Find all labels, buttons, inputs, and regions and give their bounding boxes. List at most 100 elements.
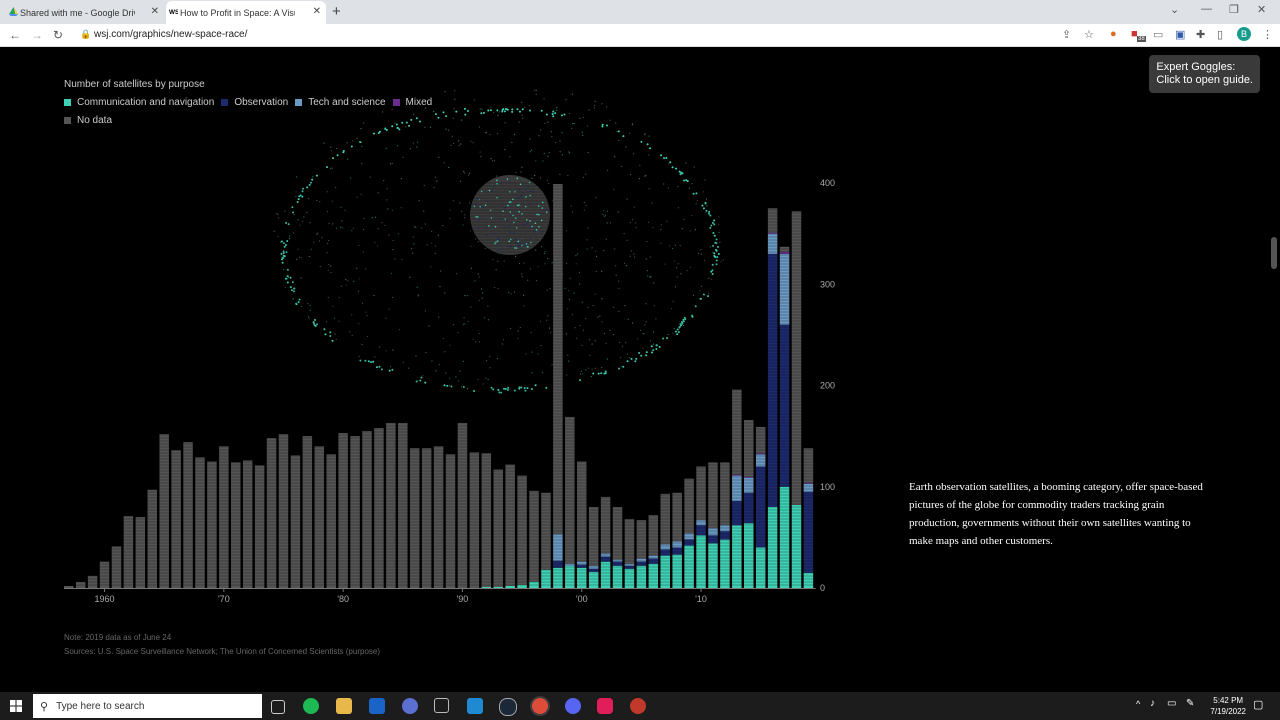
bar-segment (672, 541, 682, 548)
bar-segment (732, 475, 742, 501)
bar-segment (803, 572, 814, 588)
puzzle-icon[interactable]: ✚ (1196, 28, 1205, 41)
chrome-icon[interactable] (532, 698, 548, 714)
bar-segment (338, 433, 348, 588)
legend-item-observation: Observation (221, 97, 288, 108)
close-tab-icon[interactable]: ✕ (313, 6, 321, 17)
bar-segment (791, 211, 802, 505)
spotify-icon[interactable] (303, 698, 319, 714)
reload-icon[interactable]: ↻ (53, 28, 63, 42)
taskbar-clock[interactable]: 5:42 PM 7/19/2022 (1210, 695, 1246, 717)
windows-taskbar: ⚲ Type here to search ^ ♪ ▭ ✎ 5:42 PM 7/… (0, 692, 1280, 720)
x-tick-label: '80 (337, 594, 349, 604)
legend-label: Tech and science (308, 97, 386, 108)
clock-date: 7/19/2022 (1210, 707, 1246, 716)
bar-segment (696, 466, 706, 521)
bar-segment (183, 442, 193, 588)
slack-icon[interactable] (597, 698, 613, 714)
legend-swatch (64, 99, 71, 106)
bar-segment (505, 585, 515, 588)
bar-segment (696, 520, 706, 526)
file-explorer-icon[interactable] (336, 698, 352, 714)
forward-icon[interactable]: → (31, 28, 43, 42)
bar-segment (672, 547, 682, 555)
extension-icon[interactable]: ▭ (1153, 28, 1163, 41)
bar-segment (732, 474, 742, 476)
legend-item-no-data: No data (64, 115, 112, 126)
notification-icon[interactable]: ▢ (1253, 698, 1263, 711)
maximize-icon[interactable]: ❐ (1229, 3, 1239, 16)
discord-icon[interactable] (565, 698, 581, 714)
outlook-icon[interactable] (369, 698, 385, 714)
chevron-up-icon[interactable]: ^ (1136, 699, 1140, 709)
tab-wsj-space[interactable]: WSJ How to Profit in Space: A Visual... … (166, 1, 326, 24)
chart-legend: Number of satellites by purpose Communic… (64, 79, 439, 133)
back-icon[interactable]: ← (9, 28, 21, 42)
bar-segment (779, 253, 790, 325)
profile-avatar[interactable]: B (1237, 27, 1251, 41)
scrollbar-thumb[interactable] (1271, 237, 1277, 269)
y-tick-label: 100 (820, 482, 835, 492)
chart-sources: Sources: U.S. Space Surveillance Network… (64, 647, 381, 656)
steam-icon[interactable] (499, 698, 517, 716)
chevron-down-icon[interactable]: ⌄ (1170, 3, 1179, 16)
close-window-icon[interactable]: ✕ (1257, 3, 1266, 16)
x-tick-label: '00 (576, 594, 588, 604)
new-tab-button[interactable]: + (332, 3, 341, 20)
expert-goggles-button[interactable]: Expert Goggles: Click to open guide. (1149, 55, 1260, 93)
bar-segment (684, 539, 694, 546)
legend-swatch (64, 117, 71, 124)
bar-segment (744, 523, 754, 588)
legend-label: No data (77, 115, 113, 126)
tab-google-drive[interactable]: Shared with me - Google Drive ✕ (6, 1, 164, 24)
x-tick-label: '10 (695, 594, 707, 604)
bar-segment (720, 531, 730, 540)
bookmark-star-icon[interactable]: ☆ (1084, 28, 1094, 41)
google-drive-icon (9, 7, 18, 16)
share-icon[interactable]: ⇪ (1062, 28, 1071, 41)
app-icon[interactable] (630, 698, 646, 714)
taskbar-search-box[interactable]: ⚲ Type here to search (33, 694, 262, 718)
bar-segment (755, 453, 766, 455)
extension-badge: 38 (1137, 36, 1146, 42)
bar-segment (767, 253, 778, 507)
bar-segment (636, 520, 647, 559)
bar-segment (362, 431, 372, 588)
app-icon[interactable] (402, 698, 418, 714)
bar-segment (398, 422, 408, 588)
legend-swatch (221, 99, 229, 106)
bar-segment (755, 427, 766, 454)
network-icon[interactable]: ▭ (1167, 698, 1176, 709)
pen-icon[interactable]: ✎ (1186, 698, 1194, 709)
bar-segment (803, 483, 814, 492)
speaker-icon[interactable]: ♪ (1150, 698, 1155, 709)
lock-icon[interactable]: 🔒 (80, 29, 91, 40)
vscode-icon[interactable] (467, 698, 483, 714)
wsj-icon: WSJ (169, 7, 178, 16)
minimize-icon[interactable]: — (1201, 3, 1212, 15)
sidepanel-icon[interactable]: ▯ (1217, 28, 1223, 41)
app-cube-icon[interactable] (434, 698, 449, 713)
bar-segment (529, 490, 539, 582)
bar-segment (767, 208, 778, 233)
bar-segment (290, 455, 301, 588)
bar-segment (672, 554, 682, 588)
windows-start-icon[interactable] (10, 700, 22, 712)
menu-kebab-icon[interactable]: ⋮ (1262, 28, 1273, 41)
extension-icon[interactable]: ● (1110, 28, 1117, 40)
extension-icon[interactable]: ▣ (1175, 28, 1185, 41)
bar-segment (708, 462, 718, 529)
search-placeholder: Type here to search (56, 700, 145, 712)
url-field[interactable]: wsj.com/graphics/new-space-race/ (94, 29, 247, 40)
bar-segment (660, 549, 670, 556)
page-scrollbar[interactable] (1268, 47, 1280, 692)
task-view-icon[interactable] (271, 700, 285, 714)
bar-segment (660, 555, 670, 588)
goggles-line-1: Expert Goggles: (1156, 61, 1236, 73)
bar-segment (553, 184, 563, 535)
bar-segment (767, 233, 778, 254)
bar-segment (624, 519, 635, 564)
chart-note: Note: 2019 data as of June 24 (64, 633, 172, 642)
bar-segment (326, 454, 336, 588)
close-tab-icon[interactable]: ✕ (151, 6, 159, 17)
